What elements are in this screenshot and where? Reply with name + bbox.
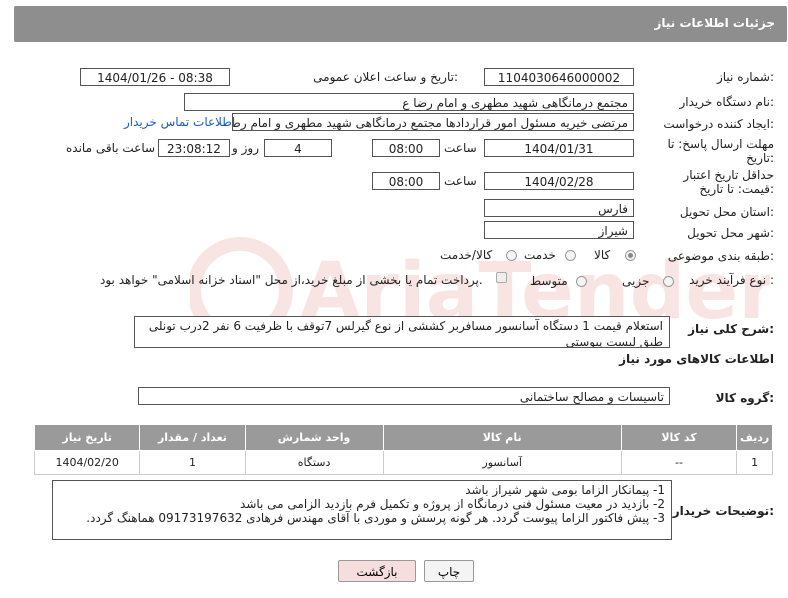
purchase-type-label: نوع فرآیند خرید : [689,273,774,287]
category-label: طبقه بندی موضوعی: [667,249,774,263]
announce-datetime-field: 1404/01/26 - 08:38 [80,68,230,86]
province-label: استان محل تحویل: [679,205,774,219]
cell-unit: دستگاه [244,450,384,475]
price-validity-label: حداقل تاریخ اعتبار قیمت: تا تاریخ: [683,168,774,196]
column-header-code: کد کالا [620,424,738,451]
column-header-name: نام کالا [382,424,622,451]
category-option-goods-service: کالا/خدمت [440,248,493,262]
page-header: جزئیات اطلاعات نیاز [14,6,787,42]
province-field: فارس [484,199,634,217]
description-field: استعلام قیمت 1 دستگاه آسانسور مسافربر کش… [134,316,670,348]
reply-days-field: 4 [264,139,332,157]
buyer-note-line: 1- پیمانکار الزاما بومی شهر شیراز باشد [465,483,665,497]
price-validity-time: 08:00 [372,172,440,190]
column-header-row: ردیف [736,424,773,451]
requester-label: ایجاد کننده درخواست: [663,117,774,131]
price-validity-date: 1404/02/28 [484,172,634,190]
goods-group-field: تاسیسات و مصالح ساختمانی [138,387,670,405]
requester-field: مرتضی خیریه مسئول امور قراردادها مجتمع د… [232,113,634,131]
need-number-field: 1104030646000002 [484,68,634,86]
city-label: شهر محل تحویل: [687,226,774,240]
column-header-unit: واحد شمارش [244,424,384,451]
back-button[interactable]: بازگشت [338,560,416,582]
purchase-type-radio-medium[interactable] [576,276,587,287]
reply-days-label: روز و [232,141,259,155]
buyer-note-line: 2- بازدید در معیت مسئول فنی درمانگاه از … [240,497,665,511]
remaining-time-field: 23:08:12 [158,139,230,157]
goods-table: ردیف کد کالا نام کالا واحد شمارش تعداد /… [33,424,773,475]
print-button[interactable]: چاپ [424,560,474,582]
cell-qty: 1 [139,450,246,475]
goods-section-title: اطلاعات کالاهای مورد نیاز [619,352,774,366]
column-header-date: تاریخ نیاز [33,424,141,451]
category-radio-goods-service[interactable] [506,250,517,261]
announce-datetime-label: تاریخ و ساعت اعلان عمومی: [313,70,458,84]
buyer-notes-label: توضیحات خریدار: [672,504,774,518]
cell-name: آسانسور [382,450,622,475]
reply-deadline-time: 08:00 [372,139,440,157]
cell-code: -- [620,450,738,475]
remaining-time-label: ساعت باقی مانده [66,141,156,155]
reply-deadline-date: 1404/01/31 [484,139,634,157]
goods-group-label: گروه کالا: [715,391,774,405]
goods-table-header: ردیف کد کالا نام کالا واحد شمارش تعداد /… [33,424,773,451]
category-radio-goods[interactable] [625,250,636,261]
buyer-org-label: نام دستگاه خریدار: [679,95,775,109]
cell-row: 1 [736,450,773,475]
description-label: شرح کلی نیاز: [688,322,774,336]
treasury-payment-checkbox[interactable] [496,272,507,283]
cell-date: 1404/02/20 [33,450,141,475]
category-option-goods: کالا [594,248,611,262]
page-title: جزئیات اطلاعات نیاز [654,16,775,30]
city-field: شیراز [484,221,634,239]
purchase-type-option-minor: جزیی [622,274,650,288]
category-radio-service[interactable] [565,250,576,261]
reply-deadline-time-label: ساعت [444,141,477,155]
purchase-type-option-medium: متوسط [530,274,568,288]
table-row: 1 -- آسانسور دستگاه 1 1404/02/20 [33,450,773,475]
purchase-type-radio-minor[interactable] [663,276,674,287]
column-header-qty: تعداد / مقدار [139,424,246,451]
reply-deadline-label: مهلت ارسال پاسخ: تا تاریخ: [667,137,774,165]
buyer-note-line: 3- پیش فاکتور الزاما پیوست گردد. هر گونه… [86,511,665,525]
need-number-label: شماره نیاز: [716,70,774,84]
category-option-service: خدمت [524,248,556,262]
buyer-notes-field: 1- پیمانکار الزاما بومی شهر شیراز باشد 2… [52,480,672,540]
price-validity-time-label: ساعت [444,174,477,188]
buyer-org-field: مجتمع درمانگاهی شهید مطهری و امام رضا ع [184,93,634,111]
treasury-payment-note: پرداخت تمام یا بخشی از مبلغ خرید،از محل … [100,273,483,287]
buyer-contact-link[interactable]: اطلاعات تماس خریدار [124,115,235,129]
